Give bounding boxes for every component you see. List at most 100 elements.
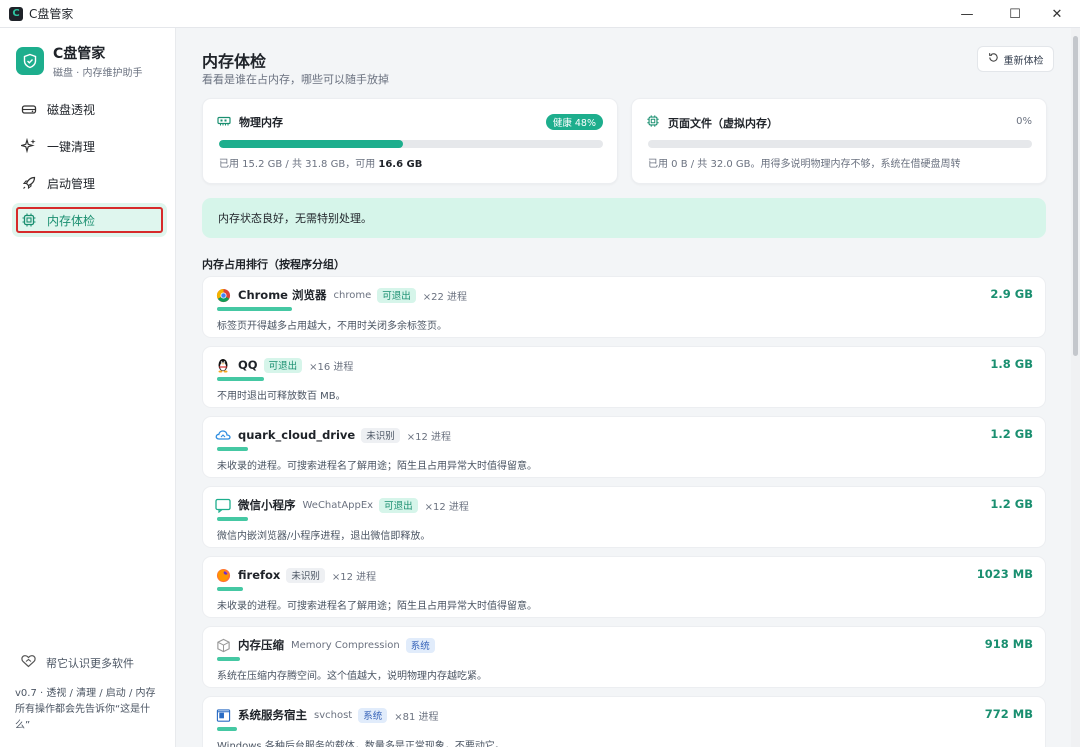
chrome-icon [215, 287, 231, 303]
process-tag: 可退出 [263, 357, 303, 373]
ram-icon [217, 115, 231, 130]
app-logo-icon: C [9, 6, 23, 21]
sidebar-item-disk-view[interactable]: 磁盘透视 [12, 92, 167, 126]
process-description: 未收录的进程。可搜索进程名了解用途；陌生且占用异常大时值得留意。 [217, 601, 537, 612]
cloud-icon [215, 427, 231, 443]
rocket-icon [20, 174, 38, 192]
process-description: 系统在压缩内存腾空间。这个值越大，说明物理内存越吃紧。 [217, 671, 487, 682]
health-badge: 健康 48% [545, 114, 603, 130]
scrollbar-thumb[interactable] [1073, 36, 1078, 356]
process-description: 标签页开得越多占用越大，不用时关闭多余标签页。 [217, 321, 447, 332]
scrollbar[interactable] [1071, 28, 1080, 747]
process-tag: 可退出 [379, 497, 418, 513]
process-row[interactable]: quark_cloud_drive 未识别 ×12 进程 1.2 GB 未收录的进程。可… [202, 416, 1046, 478]
recheck-label: 重新体检 [1003, 55, 1044, 67]
process-name: firefox [238, 568, 281, 582]
physical-memory-bar-fill [219, 140, 404, 148]
penguin-icon [215, 357, 231, 373]
pagefile-percent: 0% [1016, 116, 1032, 127]
process-exe: WeChatAppEx [302, 499, 374, 511]
disk-icon [20, 100, 38, 118]
minimize-button[interactable]: — [944, 0, 990, 28]
page-subtitle: 看看是谁在占内存，哪些可以随手放掉 [202, 73, 389, 86]
process-name: 系统服务宿主 [238, 708, 307, 722]
help-identify-software-link[interactable]: 帮它认识更多软件 [20, 653, 134, 672]
brand-name: C盘管家 [53, 46, 106, 62]
sidebar-item-label: 一键清理 [47, 139, 96, 154]
brand-subtitle: 磁盘 · 内存维护助手 [53, 68, 143, 79]
sidebar-item-label: 磁盘透视 [47, 102, 96, 117]
process-size: 1023 MB [976, 567, 1033, 581]
maximize-button[interactable]: ☐ [992, 0, 1038, 28]
process-count: ×81 进程 [394, 711, 439, 723]
help-link-label: 帮它认识更多软件 [46, 656, 134, 670]
sidebar-item-label: 启动管理 [47, 176, 96, 191]
sidebar-nav: 磁盘透视 一键清理 启动管理 内存体检 [12, 92, 167, 240]
chat-icon [215, 497, 231, 513]
process-tag: 未识别 [361, 427, 400, 443]
heart-hands-icon [20, 653, 37, 672]
process-exe: Memory Compression [291, 639, 400, 651]
process-name: quark_cloud_drive [238, 428, 356, 442]
physical-memory-card: 物理内存 健康 48% 已用 15.2 GB / 共 31.8 GB，可用 16… [202, 98, 618, 184]
process-row[interactable]: 微信小程序 WeChatAppEx 可退出 ×12 进程 1.2 GB 微信内嵌浏览器/小… [202, 486, 1046, 548]
pagefile-title: 页面文件（虚拟内存） [668, 116, 778, 130]
process-description: Windows 各种后台服务的载体，数量多是正常现象，不要动它。 [217, 741, 505, 747]
physical-memory-title: 物理内存 [239, 116, 283, 129]
brand: C盘管家 磁盘 · 内存维护助手 [16, 43, 143, 79]
process-size: 1.2 GB [990, 427, 1033, 441]
close-button[interactable]: ✕ [1034, 0, 1080, 28]
process-usage-bar [217, 657, 240, 661]
process-tag: 可退出 [377, 287, 416, 303]
process-count: ×22 进程 [422, 291, 468, 303]
process-name: Chrome 浏览器 [238, 288, 327, 302]
process-name: QQ [238, 358, 258, 372]
process-row[interactable]: Chrome 浏览器 chrome 可退出 ×22 进程 2.9 GB 标签页开得越多占用… [202, 276, 1046, 338]
shield-check-icon [16, 47, 44, 75]
refresh-icon [988, 52, 999, 66]
physical-memory-info: 已用 15.2 GB / 共 31.8 GB，可用 16.6 GB [219, 159, 423, 170]
physical-memory-bar [219, 140, 603, 148]
process-usage-bar [217, 307, 292, 311]
process-size: 2.9 GB [990, 287, 1033, 301]
process-row[interactable]: 内存压缩 Memory Compression 系统 918 MB 系统在压缩内存腾空间… [202, 626, 1046, 688]
process-name: 微信小程序 [238, 498, 296, 512]
window-icon [215, 707, 231, 723]
process-usage-bar [217, 587, 243, 591]
process-count: ×16 进程 [309, 361, 354, 373]
sidebar-item-label: 内存体检 [47, 213, 96, 228]
process-exe: svchost [314, 709, 353, 721]
process-description: 微信内嵌浏览器/小程序进程，退出微信即释放。 [217, 531, 431, 542]
process-exe: chrome [333, 289, 372, 301]
recheck-button[interactable]: 重新体检 [977, 46, 1054, 72]
main-content: 内存体检 看看是谁在占内存，哪些可以随手放掉 重新体检 物理内存 健康 48% … [177, 28, 1071, 747]
title-bar: C C盘管家 — ☐ ✕ [0, 0, 1080, 28]
pagefile-card: 页面文件（虚拟内存） 0% 已用 0 B / 共 32.0 GB。用得多说明物理… [631, 98, 1047, 184]
version-note: v0.7 · 透视 / 清理 / 启动 / 内存 所有操作都会先告诉你“这是什么… [15, 688, 156, 731]
process-size: 772 MB [984, 707, 1033, 721]
process-row[interactable]: 系统服务宿主 svchost 系统 ×81 进程 772 MB Windows 各种后台服… [202, 696, 1046, 747]
memory-status-banner: 内存状态良好，无需特别处理。 [202, 198, 1046, 238]
ranking-section-title: 内存占用排行（按程序分组） [202, 258, 345, 271]
process-size: 918 MB [984, 637, 1033, 651]
process-description: 不用时退出可释放数百 MB。 [217, 391, 346, 402]
cube-icon [215, 637, 231, 653]
firefox-icon [215, 567, 231, 583]
process-size: 1.8 GB [990, 357, 1033, 371]
process-name: 内存压缩 [238, 638, 284, 652]
process-tag: 系统 [405, 637, 435, 653]
process-size: 1.2 GB [990, 497, 1033, 511]
process-usage-bar [217, 517, 248, 521]
process-row[interactable]: QQ 可退出 ×16 进程 1.8 GB 不用时退出可释放数百 MB。 [202, 346, 1046, 408]
sparkle-icon [20, 137, 38, 155]
process-usage-bar [217, 377, 264, 381]
process-row[interactable]: firefox 未识别 ×12 进程 1023 MB 未收录的进程。可搜索进程名了解用途… [202, 556, 1046, 618]
sidebar-item-memory-check[interactable]: 内存体检 [12, 203, 167, 237]
process-tag: 系统 [358, 707, 388, 723]
process-count: ×12 进程 [424, 501, 469, 513]
pagefile-bar [648, 140, 1032, 148]
process-usage-bar [217, 727, 237, 731]
sidebar-item-one-click-clean[interactable]: 一键清理 [12, 129, 167, 163]
sidebar-item-startup-manager[interactable]: 启动管理 [12, 166, 167, 200]
chip-icon [646, 114, 660, 131]
